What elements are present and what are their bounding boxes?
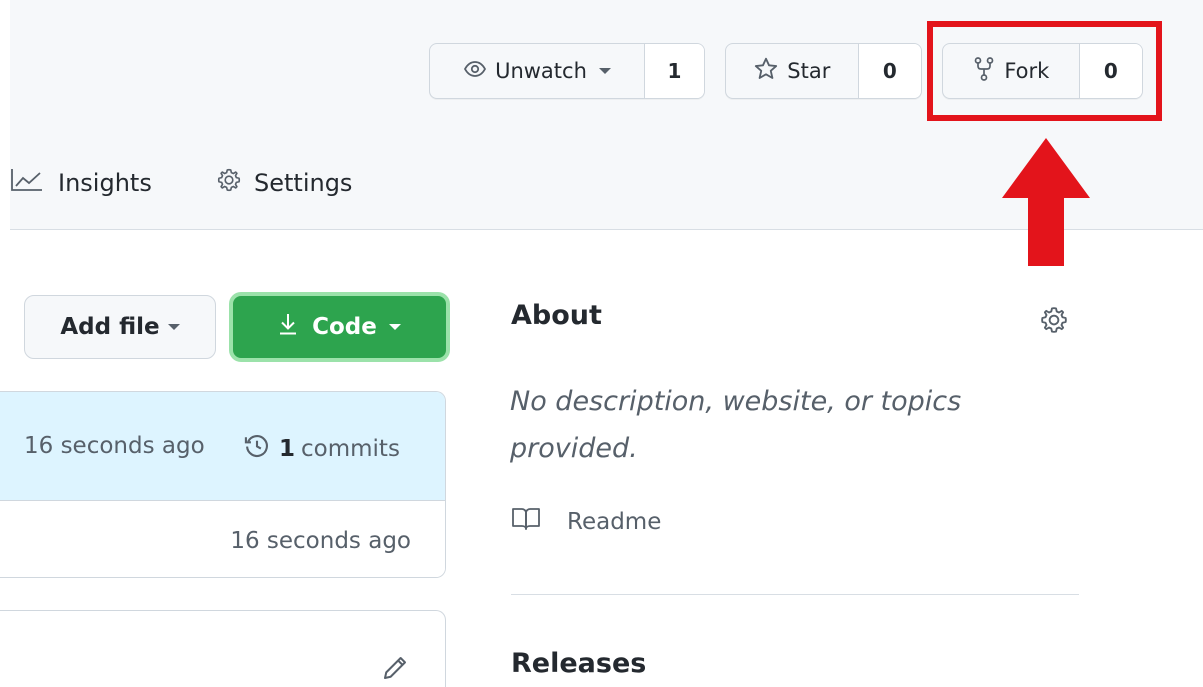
star-button-group: Star 0	[725, 43, 922, 99]
file-row-time: 16 seconds ago	[230, 528, 411, 554]
about-description: No description, website, or topics provi…	[510, 386, 962, 464]
tab-settings-label: Settings	[254, 169, 353, 197]
file-row: 16 seconds ago	[0, 501, 445, 577]
graph-icon	[10, 167, 44, 199]
star-label: Star	[787, 59, 831, 83]
header-left-gap	[0, 0, 10, 230]
chevron-down-icon	[598, 68, 611, 74]
watch-button-group: Unwatch 1	[429, 43, 705, 99]
commit-count: 1	[279, 436, 296, 462]
readme-link[interactable]: Readme	[511, 506, 661, 538]
chevron-down-icon	[388, 324, 401, 330]
releases-heading[interactable]: Releases	[511, 648, 646, 679]
history-icon	[243, 432, 271, 466]
latest-commit-time[interactable]: 16 seconds ago	[24, 433, 205, 459]
about-heading: About	[511, 300, 602, 331]
download-icon	[278, 312, 298, 342]
code-label: Code	[312, 314, 377, 340]
tab-insights-label: Insights	[58, 169, 152, 197]
gear-icon	[216, 167, 242, 199]
commit-word: commits	[301, 436, 400, 462]
tab-insights[interactable]: Insights	[10, 160, 152, 206]
chevron-down-icon	[167, 324, 180, 330]
fork-highlight-box	[927, 21, 1162, 121]
red-arrow-up-icon	[1002, 138, 1090, 266]
gear-icon[interactable]	[1039, 305, 1069, 339]
star-icon	[753, 56, 779, 87]
star-button[interactable]: Star	[726, 44, 858, 98]
watchers-count[interactable]: 1	[644, 44, 704, 98]
add-file-label: Add file	[60, 314, 160, 340]
commits-link[interactable]: 1 commits	[243, 432, 400, 466]
eye-icon	[463, 57, 487, 86]
readme-box	[0, 610, 446, 687]
book-icon	[511, 506, 541, 538]
stars-count[interactable]: 0	[857, 44, 921, 98]
unwatch-label: Unwatch	[495, 59, 587, 83]
file-list-box: 16 seconds ago 1 commits 16 seconds ago	[0, 391, 446, 578]
latest-commit-header: 16 seconds ago 1 commits	[0, 392, 445, 501]
repository-page: Unwatch 1 Star 0 Fork 0 Insights Setting…	[0, 0, 1203, 687]
code-button[interactable]: Code	[229, 292, 450, 362]
pencil-icon[interactable]	[380, 653, 410, 687]
tab-settings[interactable]: Settings	[216, 160, 352, 206]
unwatch-button[interactable]: Unwatch	[430, 44, 644, 98]
sidebar-divider	[511, 594, 1079, 595]
add-file-button[interactable]: Add file	[24, 295, 216, 359]
readme-label: Readme	[567, 509, 662, 535]
